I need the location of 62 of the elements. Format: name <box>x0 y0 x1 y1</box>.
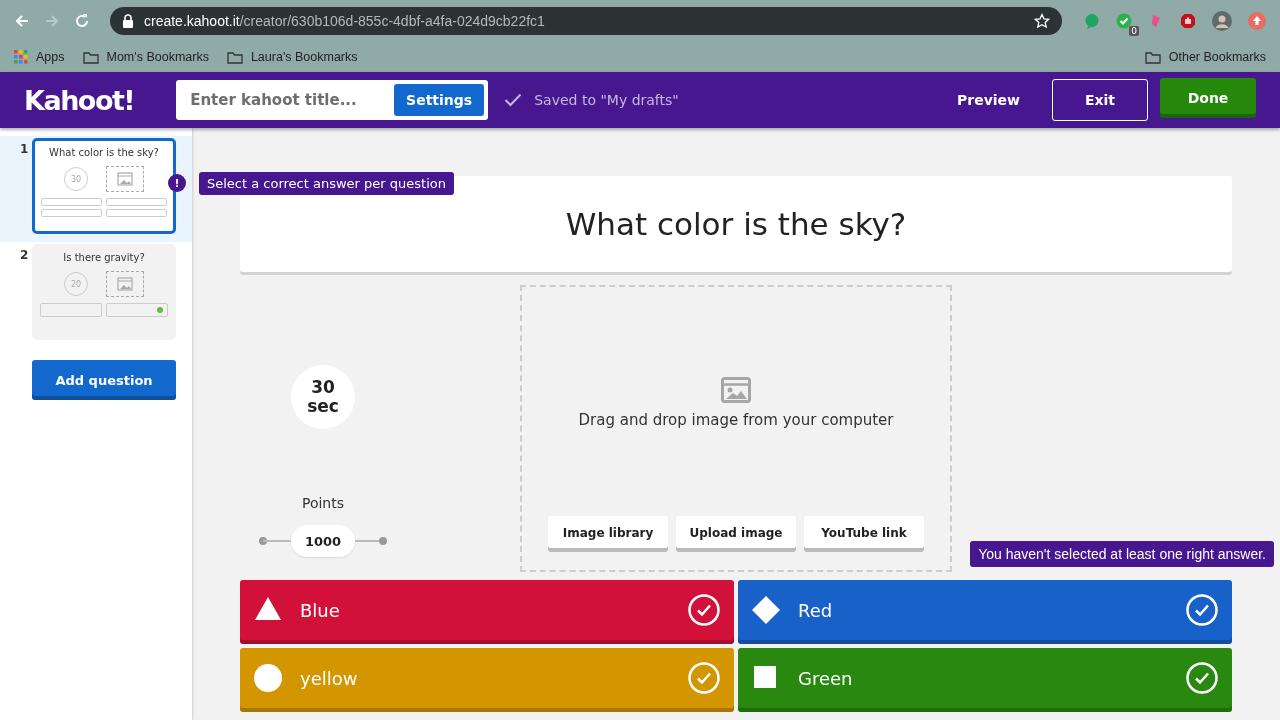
slider-end-icon <box>355 537 387 545</box>
drop-prompt: Drag and drop image from your computer <box>578 411 894 429</box>
answer-text: Blue <box>300 599 341 621</box>
slide-number: 2 <box>20 248 28 262</box>
update-icon[interactable] <box>1248 12 1266 30</box>
slide-number: 1 <box>20 142 28 156</box>
answer-text: Green <box>798 667 854 689</box>
slide-thumbnail[interactable]: What color is the sky? 30 <box>32 138 176 234</box>
back-icon[interactable] <box>14 13 30 29</box>
reload-icon[interactable] <box>74 13 90 29</box>
folder-icon <box>226 50 243 64</box>
badge: 0 <box>1129 26 1139 36</box>
settings-button[interactable]: Settings <box>394 84 485 116</box>
url-text: create.kahoot.it/creator/630b106d-855c-4dbf-a4fa-024d9cb22fc1 <box>144 13 545 29</box>
slide-question: What color is the sky? <box>49 147 159 158</box>
exit-button[interactable]: Exit <box>1052 79 1148 121</box>
answer-text: Red <box>798 599 834 621</box>
points-button[interactable]: 1000 <box>291 525 355 557</box>
diamond-icon <box>752 596 780 624</box>
star-icon[interactable] <box>1034 13 1050 29</box>
kahoot-logo[interactable]: Kahoot! <box>24 84 135 116</box>
image-icon <box>117 277 133 291</box>
check-icon <box>504 93 523 107</box>
preview-button[interactable]: Preview <box>951 91 1026 109</box>
bookmark[interactable]: Other Bookmarks <box>1144 50 1266 64</box>
address-bar[interactable]: create.kahoot.it/creator/630b106d-855c-4dbf-a4fa-024d9cb22fc1 <box>110 7 1062 35</box>
done-button[interactable]: Done <box>1160 78 1256 118</box>
folder-icon <box>1144 50 1161 64</box>
image-icon <box>721 377 751 403</box>
save-status: Saved to "My drafts" <box>534 92 679 108</box>
title-field[interactable]: Enter kahoot title... Settings <box>176 80 489 120</box>
slide-question: Is there gravity? <box>63 252 145 263</box>
tooltip: Select a correct answer per question <box>199 172 454 195</box>
answer-tile[interactable]: Red <box>738 580 1232 644</box>
slider-end-icon <box>259 537 291 545</box>
tooltip: You haven't selected at least one right answer. <box>970 541 1274 567</box>
circle-icon <box>254 664 282 692</box>
folder-icon <box>82 50 99 64</box>
correct-toggle-icon[interactable] <box>1186 662 1218 694</box>
media-button[interactable]: Image library <box>548 516 668 552</box>
warning-icon: ! <box>168 174 186 192</box>
add-question-button[interactable]: Add question <box>32 360 176 400</box>
bookmark[interactable]: Mom's Bookmarks <box>82 50 209 64</box>
answer-tile[interactable]: Blue <box>240 580 734 644</box>
answer-tile[interactable]: Green <box>738 648 1232 712</box>
media-button[interactable]: Upload image <box>676 516 796 552</box>
time-limit-button[interactable]: 30 sec <box>291 365 355 429</box>
correct-toggle-icon[interactable] <box>688 594 720 626</box>
image-drop-zone[interactable]: Drag and drop image from your computer Image library Upload image YouTube link <box>520 285 952 572</box>
slide-thumbnail[interactable]: Is there gravity? 20 <box>32 244 176 340</box>
check-icon[interactable] <box>1116 13 1132 29</box>
media-button[interactable]: YouTube link <box>804 516 924 552</box>
bookmark[interactable]: Apps <box>14 50 65 64</box>
correct-toggle-icon[interactable] <box>1186 594 1218 626</box>
bookmark[interactable]: Laura's Bookmarks <box>226 50 358 64</box>
points-label: Points <box>301 495 345 511</box>
image-icon <box>117 172 133 186</box>
answer-text: yellow <box>300 667 359 689</box>
correct-toggle-icon[interactable] <box>688 662 720 694</box>
apps-grid-icon <box>14 50 28 64</box>
lock-icon <box>122 14 134 28</box>
avatar-icon[interactable] <box>1212 11 1232 31</box>
